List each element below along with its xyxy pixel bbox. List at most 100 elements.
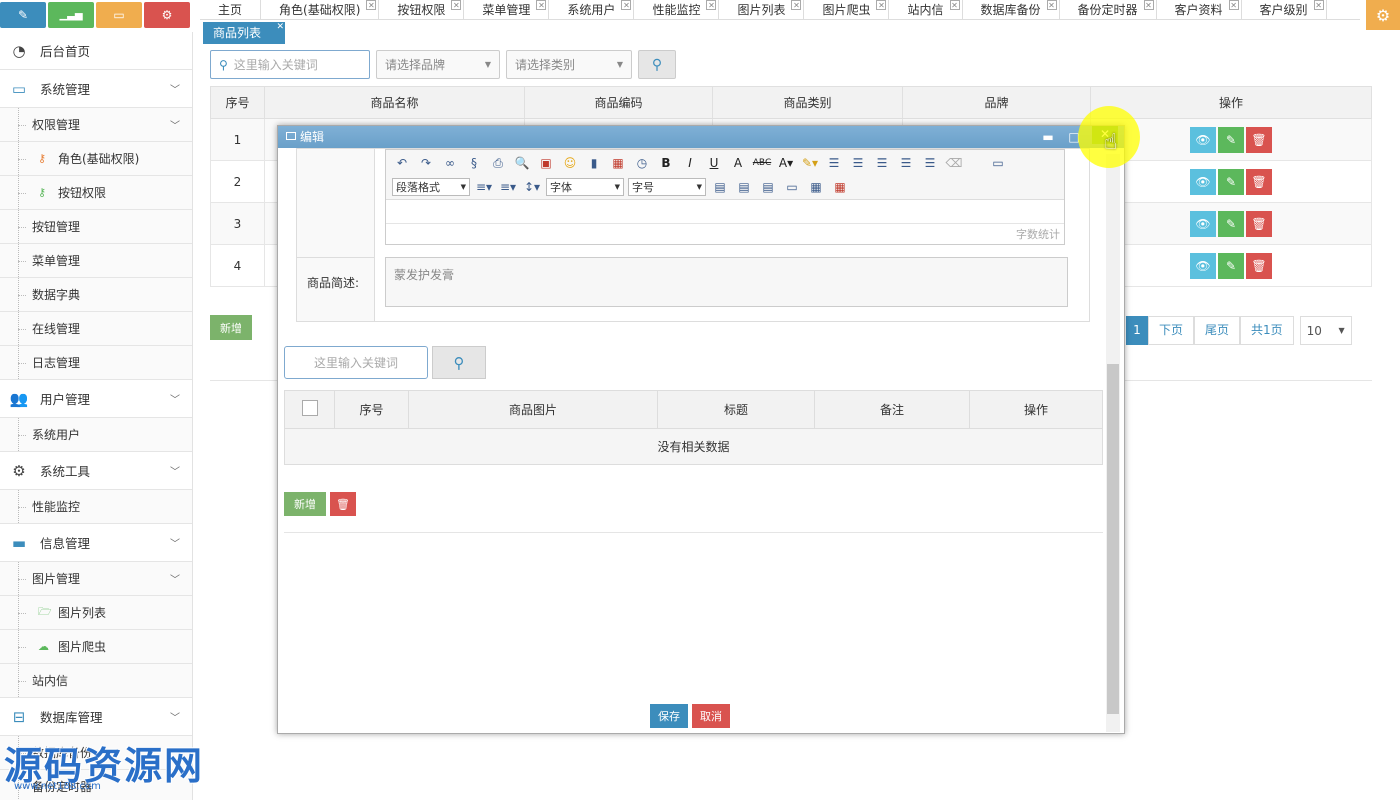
add-button[interactable]: 新增 xyxy=(210,315,252,340)
sidebar-item-users[interactable]: 👥 用户管理 ﹀ xyxy=(0,380,192,418)
settings-gear-icon[interactable]: ⚙ xyxy=(1366,0,1400,30)
delete-image-button[interactable]: 🗑 xyxy=(330,492,356,516)
sidebar-item-home[interactable]: ◔ 后台首页 xyxy=(0,32,192,70)
tab-customer-level[interactable]: 客户级别 ✕ xyxy=(1241,0,1327,20)
bar-chart-icon[interactable]: ▁▃▅ xyxy=(48,2,94,28)
font-color-icon[interactable]: A▾ xyxy=(776,154,796,172)
tab-menu[interactable]: 菜单管理 ✕ xyxy=(464,0,550,20)
tab-sys-user[interactable]: 系统用户 ✕ xyxy=(549,0,635,20)
tab-backup-timer[interactable]: 备份定时器 ✕ xyxy=(1059,0,1157,20)
tab-button-perm[interactable]: 按钮权限 ✕ xyxy=(379,0,465,20)
paragraph-format-select[interactable]: 段落格式 ▼ xyxy=(392,178,470,196)
sidebar-item-inbox[interactable]: 站内信 xyxy=(0,664,192,698)
close-icon[interactable]: ✕ xyxy=(621,0,632,10)
edit-button[interactable]: ✎ xyxy=(1218,210,1244,237)
edit-button[interactable]: ✎ xyxy=(1218,126,1244,153)
view-button[interactable]: 👁 xyxy=(1190,126,1216,153)
delete-button[interactable]: 🗑 xyxy=(1246,168,1272,195)
pencil-icon[interactable]: ✎ xyxy=(0,2,46,28)
sidebar-item-system[interactable]: ▭ 系统管理 ﹀ xyxy=(0,70,192,108)
book-icon[interactable]: ▭ xyxy=(96,2,142,28)
redo-icon[interactable]: ↷ xyxy=(416,154,436,172)
tab-customer[interactable]: 客户资料 ✕ xyxy=(1156,0,1242,20)
keyword-input[interactable]: ⚲ 这里输入关键词 xyxy=(210,50,370,79)
close-icon[interactable]: ✕ xyxy=(1228,0,1239,10)
tab-product-list[interactable]: 商品列表 ✕ xyxy=(203,22,285,44)
align-left-icon[interactable]: ☰ xyxy=(824,154,844,172)
page-last[interactable]: 尾页 xyxy=(1194,316,1241,345)
sidebar-item-menu[interactable]: 菜单管理 xyxy=(0,244,192,278)
view-button[interactable]: 👁 xyxy=(1190,168,1216,195)
line-spacing-bottom-icon[interactable]: ≡▾ xyxy=(498,178,518,196)
table-icon[interactable]: ▦ xyxy=(806,178,826,196)
sidebar-item-permission[interactable]: 权限管理 ﹀ xyxy=(0,108,192,142)
print-icon[interactable]: ⎙ xyxy=(488,154,508,172)
close-icon[interactable]: ✕ xyxy=(536,0,547,10)
tab-perf[interactable]: 性能监控 ✕ xyxy=(634,0,720,20)
sidebar-item-button-mgmt[interactable]: 按钮管理 xyxy=(0,210,192,244)
sidebar-item-sys-user[interactable]: 系统用户 xyxy=(0,418,192,452)
strikethrough-icon[interactable]: ABC xyxy=(752,154,772,172)
page-next[interactable]: 下页 xyxy=(1148,316,1195,345)
emoji-icon[interactable]: ☺ xyxy=(560,154,580,172)
font-family-select[interactable]: 字体 ▼ xyxy=(546,178,624,196)
bold-icon[interactable]: B xyxy=(656,154,676,172)
delete-table-icon[interactable]: ▦ xyxy=(830,178,850,196)
editor-content[interactable] xyxy=(386,202,1064,224)
close-icon[interactable]: ✕ xyxy=(1046,0,1057,10)
underline-icon[interactable]: U xyxy=(704,154,724,172)
indent-icon[interactable]: ☰ xyxy=(920,154,940,172)
delete-button[interactable]: 🗑 xyxy=(1246,210,1272,237)
save-button[interactable]: 保存 xyxy=(650,704,688,728)
close-icon[interactable]: ✕ xyxy=(1313,0,1324,10)
font-border-icon[interactable]: A xyxy=(728,154,748,172)
select-all-checkbox[interactable] xyxy=(301,400,318,416)
link-icon[interactable]: ∞ xyxy=(440,154,460,172)
minimize-icon[interactable]: ▬ xyxy=(1038,126,1058,148)
add-image-button[interactable]: 新增 xyxy=(284,492,326,516)
dialog-search-button[interactable]: ⚲ xyxy=(432,346,486,379)
close-icon[interactable]: ✕ xyxy=(791,0,802,10)
sidebar-item-role[interactable]: ⚷ 角色(基础权限) xyxy=(0,142,192,176)
tab-role[interactable]: 角色(基础权限) ✕ xyxy=(261,0,380,20)
view-button[interactable]: 👁 xyxy=(1190,210,1216,237)
image-none-icon[interactable]: ▭ xyxy=(782,178,802,196)
fullscreen-icon[interactable]: ▭ xyxy=(988,154,1008,172)
sidebar-item-image-mgmt[interactable]: 图片管理 ﹀ xyxy=(0,562,192,596)
italic-icon[interactable]: I xyxy=(680,154,700,172)
sidebar-item-button-perm[interactable]: ⚷ 按钮权限 xyxy=(0,176,192,210)
tab-db-backup[interactable]: 数据库备份 ✕ xyxy=(962,0,1060,20)
page-current[interactable]: 1 xyxy=(1126,316,1148,345)
page-size-select[interactable]: 10 ▼ xyxy=(1299,316,1352,345)
close-icon[interactable]: ✕ xyxy=(1143,0,1154,10)
image-center-icon[interactable]: ▤ xyxy=(758,178,778,196)
preview-icon[interactable]: 🔍 xyxy=(512,154,532,172)
dialog-scrollbar[interactable] xyxy=(1106,154,1120,732)
sidebar-item-image-crawler[interactable]: ☁ 图片爬虫 xyxy=(0,630,192,664)
highlight-icon[interactable]: ✎▾ xyxy=(800,154,820,172)
cogs-icon[interactable]: ⚙ xyxy=(144,2,190,28)
tab-home[interactable]: 主页 xyxy=(200,0,262,20)
sidebar-item-perf[interactable]: 性能监控 xyxy=(0,490,192,524)
image-left-icon[interactable]: ▤ xyxy=(710,178,730,196)
align-center-icon[interactable]: ☰ xyxy=(848,154,868,172)
sidebar-item-online[interactable]: 在线管理 xyxy=(0,312,192,346)
close-icon[interactable]: ✕ xyxy=(876,0,887,10)
sidebar-item-info[interactable]: ▬ 信息管理 ﹀ xyxy=(0,524,192,562)
justify-icon[interactable]: ☰ xyxy=(896,154,916,172)
close-icon[interactable]: ✕ xyxy=(949,0,960,10)
dialog-keyword-input[interactable]: 这里输入关键词 xyxy=(284,346,428,379)
image-right-icon[interactable]: ▤ xyxy=(734,178,754,196)
sidebar-item-log[interactable]: 日志管理 xyxy=(0,346,192,380)
close-icon[interactable]: ✕ xyxy=(366,0,377,10)
sidebar-item-dict[interactable]: 数据字典 xyxy=(0,278,192,312)
edit-button[interactable]: ✎ xyxy=(1218,168,1244,195)
cancel-button[interactable]: 取消 xyxy=(692,704,730,728)
line-spacing-top-icon[interactable]: ≡▾ xyxy=(474,178,494,196)
category-select[interactable]: 请选择类别 ▼ xyxy=(506,50,632,79)
font-size-select[interactable]: 字号 ▼ xyxy=(628,178,706,196)
line-height-icon[interactable]: ↕▾ xyxy=(522,178,542,196)
view-button[interactable]: 👁 xyxy=(1190,252,1216,279)
undo-icon[interactable]: ↶ xyxy=(392,154,412,172)
search-button[interactable]: ⚲ xyxy=(638,50,676,79)
